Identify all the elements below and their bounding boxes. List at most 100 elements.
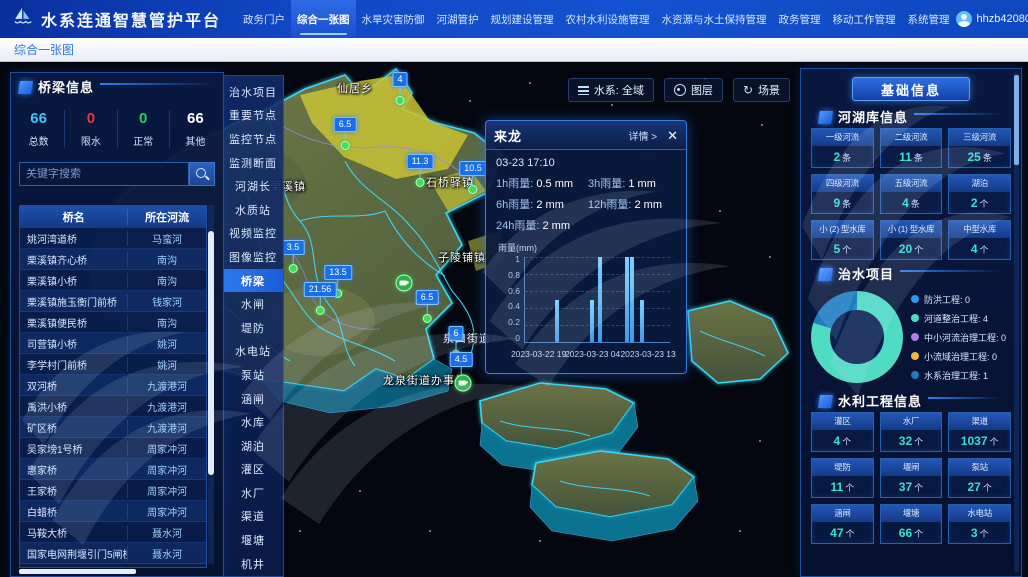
layer-menu-item[interactable]: 监测断面 <box>223 151 283 175</box>
detail-link[interactable]: 详情 > <box>628 128 657 143</box>
layer-menu-item[interactable]: 河湖长 <box>223 174 283 198</box>
search-button[interactable] <box>189 162 215 186</box>
breadcrumb-label[interactable]: 综合一张图 <box>14 41 74 58</box>
table-row[interactable]: 白蜡桥 周家冲河 <box>20 501 206 522</box>
basic-info-tab[interactable]: 基础信息 <box>852 77 970 101</box>
bridge-marker[interactable]: 21.56 <box>304 282 337 315</box>
nav-tab[interactable]: 政务管理 <box>773 0 827 38</box>
nav-tab[interactable]: 水资源与水土保持管理 <box>656 0 773 38</box>
layer-menu-item[interactable]: 桥梁 <box>223 269 283 293</box>
legend-item: 小流域治理工程: 0 <box>911 350 1006 363</box>
scene-button[interactable]: ↻ 场景 <box>733 78 790 102</box>
bridge-info-panel: 桥梁信息 66 总数 0 限水 0 正常 <box>10 72 224 577</box>
user-menu[interactable]: hhzb42080201 ∨ <box>956 0 1028 38</box>
bridge-marker[interactable]: 10.5 <box>459 161 487 194</box>
works-cards: 灌区 4个 水厂 32个 渠道 <box>811 412 1011 544</box>
nav-tab[interactable]: 规划建设管理 <box>485 0 560 38</box>
works-section-header: 水利工程信息 <box>811 387 1011 412</box>
bridge-name-cell: 白蜡桥 <box>20 504 127 519</box>
layer-menu-item[interactable]: 水电站 <box>223 340 283 364</box>
layer-menu-item[interactable]: 涵闸 <box>223 387 283 411</box>
nav-tab-label: 政务管理 <box>779 12 821 27</box>
nav-tab[interactable]: 政务门户 <box>237 0 291 38</box>
river-cell: 钱家河 <box>127 294 206 309</box>
layer-menu-item[interactable]: 堰塘 <box>223 528 283 552</box>
stat-card-value: 20个 <box>881 238 942 259</box>
table-row[interactable]: 国家电网荆堰引门5闸桥 聂水河 <box>20 543 206 564</box>
stat-card: 堤防 11个 <box>811 458 874 498</box>
table-row[interactable]: 马鞍大桥 聂水河 <box>20 522 206 543</box>
marker-stem <box>399 87 400 96</box>
bridge-marker[interactable]: 11.3 <box>407 154 434 187</box>
nav-tab[interactable]: 农村水利设施管理 <box>560 0 656 38</box>
layer-menu-item[interactable]: 渠道 <box>223 505 283 529</box>
layer-menu-item[interactable]: 灌区 <box>223 458 283 482</box>
bridge-marker[interactable]: 6.5 <box>416 290 439 323</box>
rivers-section-title: 河湖库信息 <box>838 111 908 124</box>
table-row[interactable]: 矿区桥 九渡港河 <box>20 417 206 438</box>
layers-button[interactable]: 图层 <box>664 78 723 102</box>
bridge-marker[interactable]: 6.5 <box>334 117 357 150</box>
panel-scrollbar-track[interactable] <box>1014 73 1019 572</box>
table-row[interactable]: 禹洪小桥 九渡港河 <box>20 396 206 417</box>
stat-card: 湖泊 2个 <box>948 174 1011 214</box>
table-row[interactable]: 双河桥 九渡港河 <box>20 375 206 396</box>
layer-menu-item[interactable]: 监控节点 <box>223 127 283 151</box>
water-system-selector[interactable]: 水系: 全域 <box>568 78 654 102</box>
table-row[interactable]: 栗溪镇小桥 南沟 <box>20 270 206 291</box>
stat-card-label: 灌区 <box>812 413 873 430</box>
camera-icon[interactable] <box>455 375 472 392</box>
search-input[interactable] <box>19 162 189 186</box>
stat-card-value: 1037个 <box>949 430 1010 451</box>
nav-tab[interactable]: 河湖管护 <box>431 0 485 38</box>
projects-section-header: 治水项目 <box>811 260 1011 285</box>
stat-card-label: 涵闸 <box>812 505 873 522</box>
camera-icon[interactable] <box>396 275 413 292</box>
nav-tab[interactable]: 系统管理 <box>902 0 956 38</box>
layer-menu-item[interactable]: 水质站 <box>223 198 283 222</box>
stat-card: 泵站 27个 <box>948 458 1011 498</box>
table-hscrollbar-thumb[interactable] <box>19 569 136 574</box>
close-icon[interactable]: ✕ <box>667 129 678 142</box>
layer-menu-item[interactable]: 图像监控 <box>223 245 283 269</box>
table-row[interactable]: 栗溪镇便民桥 南沟 <box>20 312 206 333</box>
nav-tab[interactable]: 水旱灾害防御 <box>356 0 431 38</box>
works-section: 水利工程信息 灌区 4个 水厂 32个 <box>801 387 1021 544</box>
layer-menu-item[interactable]: 视频监控 <box>223 222 283 246</box>
table-row[interactable]: 吴家塝1号桥 周家冲河 <box>20 438 206 459</box>
layer-menu-item-label: 水闸 <box>241 296 265 312</box>
table-scrollbar-track[interactable] <box>208 205 214 564</box>
marker-stem <box>292 255 293 264</box>
top-nav: 水系连通智慧管护平台 政务门户 综合一张图 水旱灾害防御 河湖管护 <box>0 0 1028 38</box>
layer-menu-item[interactable]: 机井 <box>223 552 283 576</box>
table-row[interactable]: 栗溪镇齐心桥 南沟 <box>20 249 206 270</box>
metric-label: 24h雨量: <box>496 220 539 232</box>
nav-tab[interactable]: 综合一张图 <box>291 0 356 38</box>
table-row[interactable]: 王家桥 周家冲河 <box>20 480 206 501</box>
layer-menu-item[interactable]: 水厂 <box>223 481 283 505</box>
table-scrollbar-thumb[interactable] <box>208 231 214 475</box>
table-row[interactable]: 李学村门前桥 姚河 <box>20 354 206 375</box>
rivers-cards: 一级河流 2条 二级河流 11条 三级河流 <box>811 128 1011 260</box>
layer-menu-item[interactable]: 水库 <box>223 410 283 434</box>
layer-menu-item[interactable]: 治水项目 <box>223 80 283 104</box>
table-row[interactable]: 惠家桥 周家冲河 <box>20 459 206 480</box>
layer-menu-item[interactable]: 重要节点 <box>223 104 283 128</box>
stat-card-label: 水电站 <box>949 505 1010 522</box>
bridge-marker[interactable]: 4 <box>392 72 407 105</box>
table-row[interactable]: 司营镇小桥 姚河 <box>20 333 206 354</box>
layer-menu-item[interactable]: 水闸 <box>223 292 283 316</box>
marker-pin-icon <box>422 314 431 323</box>
layer-menu-item[interactable]: 泵站 <box>223 363 283 387</box>
nav-tab[interactable]: 移动工作管理 <box>827 0 902 38</box>
layer-menu-item[interactable]: 堤防 <box>223 316 283 340</box>
bridge-marker[interactable]: 3.5 <box>282 240 305 273</box>
layer-menu-item-label: 河湖长 <box>235 178 271 194</box>
table-row[interactable]: 象园石磙桥 聂水河 <box>20 564 206 568</box>
panel-scrollbar-thumb[interactable] <box>1014 75 1019 165</box>
layer-menu-item[interactable]: 湖泊 <box>223 434 283 458</box>
table-row[interactable]: 姚河湾道桥 马蛮河 <box>20 228 206 249</box>
popup-header: 来龙 详情 > ✕ <box>486 121 686 150</box>
table-row[interactable]: 栗溪镇施玉衡门前桥 钱家河 <box>20 291 206 312</box>
nav-tab-label: 水资源与水土保持管理 <box>662 12 767 27</box>
